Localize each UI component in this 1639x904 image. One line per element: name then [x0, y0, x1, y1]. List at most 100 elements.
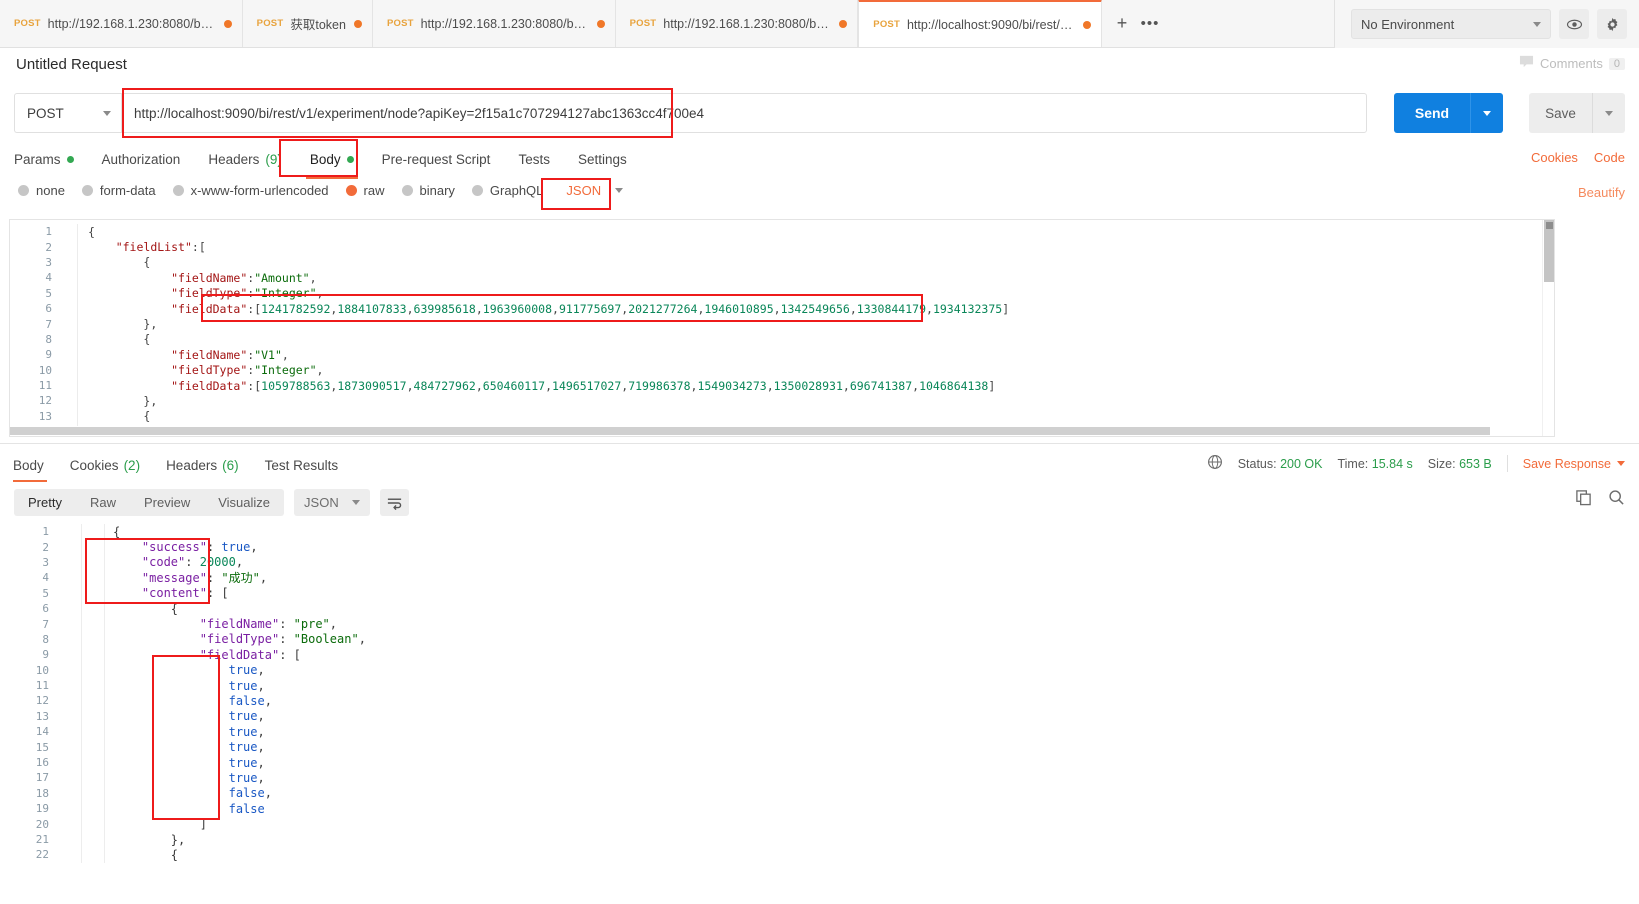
fold-gutter-inner[interactable]: [82, 647, 105, 662]
fold-gutter[interactable]: [63, 286, 78, 301]
request-body-editor[interactable]: 1{2 "fieldList":[3 {4 "fieldName":"Amoun…: [9, 219, 1555, 437]
fold-gutter[interactable]: [59, 770, 82, 785]
fold-gutter[interactable]: [63, 316, 78, 331]
request-tab-tests[interactable]: Tests: [504, 145, 564, 173]
body-format-selector[interactable]: JSON: [566, 183, 623, 198]
response-body-viewer[interactable]: 1{2 "success": true,3 "code": 20000,4 "m…: [9, 524, 1630, 904]
request-tab-settings[interactable]: Settings: [564, 145, 641, 173]
body-type-raw[interactable]: raw: [346, 183, 385, 198]
fold-gutter-inner[interactable]: [82, 632, 105, 647]
fold-gutter-inner[interactable]: [82, 601, 105, 616]
request-tab-body[interactable]: Body: [296, 145, 368, 173]
request-tab-0[interactable]: POSThttp://192.168.1.230:8080/bi/a...: [0, 0, 243, 47]
response-view-raw[interactable]: Raw: [76, 489, 130, 516]
fold-gutter[interactable]: [63, 224, 78, 239]
response-tab-cookies[interactable]: Cookies(2): [57, 452, 153, 478]
fold-gutter-inner[interactable]: [82, 693, 105, 708]
fold-gutter[interactable]: [59, 601, 82, 616]
send-button[interactable]: Send: [1394, 93, 1470, 133]
body-type-form-data[interactable]: form-data: [82, 183, 156, 198]
word-wrap-icon[interactable]: [380, 489, 409, 516]
request-tab-params[interactable]: Params: [14, 145, 88, 173]
fold-gutter-inner[interactable]: [82, 586, 105, 601]
fold-gutter[interactable]: [59, 632, 82, 647]
search-icon[interactable]: [1608, 489, 1625, 509]
fold-gutter-inner[interactable]: [82, 739, 105, 754]
fold-gutter-inner[interactable]: [82, 724, 105, 739]
url-input[interactable]: [121, 93, 1367, 133]
fold-gutter-inner[interactable]: [82, 755, 105, 770]
fold-gutter[interactable]: [63, 239, 78, 254]
fold-gutter[interactable]: [59, 586, 82, 601]
body-type-none[interactable]: none: [18, 183, 65, 198]
tab-more-button[interactable]: •••: [1136, 9, 1164, 37]
eye-icon[interactable]: [1559, 9, 1589, 39]
response-tab-test-results[interactable]: Test Results: [252, 452, 352, 478]
save-button[interactable]: Save: [1529, 93, 1592, 133]
gear-icon[interactable]: [1597, 9, 1627, 39]
send-options-button[interactable]: [1470, 93, 1503, 133]
fold-gutter[interactable]: [59, 755, 82, 770]
fold-gutter[interactable]: [59, 847, 82, 862]
fold-gutter-inner[interactable]: [82, 555, 105, 570]
response-view-preview[interactable]: Preview: [130, 489, 204, 516]
body-type-graphql[interactable]: GraphQL: [472, 183, 543, 198]
save-options-button[interactable]: [1592, 93, 1625, 133]
environment-selector[interactable]: No Environment: [1351, 9, 1551, 39]
fold-gutter[interactable]: [63, 301, 78, 316]
fold-gutter[interactable]: [59, 663, 82, 678]
fold-gutter-inner[interactable]: [82, 524, 105, 539]
body-type-binary[interactable]: binary: [402, 183, 455, 198]
cookies-link[interactable]: Cookies: [1531, 150, 1578, 165]
request-tab-pre-request-script[interactable]: Pre-request Script: [368, 145, 505, 173]
beautify-link[interactable]: Beautify: [1578, 185, 1625, 200]
request-tab-authorization[interactable]: Authorization: [88, 145, 195, 173]
response-tab-headers[interactable]: Headers(6): [153, 452, 252, 478]
fold-gutter[interactable]: [59, 786, 82, 801]
fold-gutter[interactable]: [63, 255, 78, 270]
new-tab-button[interactable]: +: [1108, 9, 1136, 37]
body-type-x-www-form-urlencoded[interactable]: x-www-form-urlencoded: [173, 183, 329, 198]
fold-gutter-inner[interactable]: [82, 539, 105, 554]
fold-gutter[interactable]: [63, 378, 78, 393]
fold-gutter-inner[interactable]: [82, 709, 105, 724]
fold-gutter[interactable]: [59, 832, 82, 847]
fold-gutter[interactable]: [59, 816, 82, 831]
fold-gutter-inner[interactable]: [82, 816, 105, 831]
fold-gutter-inner[interactable]: [82, 832, 105, 847]
request-editor-hscrollbar[interactable]: [10, 426, 1544, 436]
fold-gutter[interactable]: [59, 570, 82, 585]
response-view-visualize[interactable]: Visualize: [204, 489, 284, 516]
fold-gutter-inner[interactable]: [82, 786, 105, 801]
fold-gutter[interactable]: [63, 332, 78, 347]
request-tab-headers[interactable]: Headers(9): [194, 145, 296, 173]
fold-gutter[interactable]: [63, 363, 78, 378]
request-editor-vscrollbar[interactable]: [1542, 220, 1554, 437]
fold-gutter[interactable]: [59, 709, 82, 724]
fold-gutter[interactable]: [59, 801, 82, 816]
code-link[interactable]: Code: [1594, 150, 1625, 165]
http-method-selector[interactable]: POST: [14, 93, 121, 133]
request-tab-2[interactable]: POSThttp://192.168.1.230:8080/bi/a...: [373, 0, 616, 47]
fold-gutter[interactable]: [63, 270, 78, 285]
fold-gutter[interactable]: [59, 616, 82, 631]
request-editor-vscroll-thumb[interactable]: [1544, 220, 1555, 282]
fold-gutter-inner[interactable]: [82, 678, 105, 693]
request-editor-hscroll-thumb[interactable]: [10, 427, 1490, 435]
fold-gutter[interactable]: [63, 347, 78, 362]
fold-gutter-inner[interactable]: [82, 663, 105, 678]
fold-gutter-inner[interactable]: [82, 616, 105, 631]
fold-gutter[interactable]: [59, 739, 82, 754]
comments-button[interactable]: Comments 0: [1519, 55, 1625, 72]
fold-gutter-inner[interactable]: [82, 801, 105, 816]
response-format-selector[interactable]: JSON: [294, 489, 370, 516]
fold-gutter[interactable]: [63, 409, 78, 424]
save-response-button[interactable]: Save Response: [1523, 457, 1625, 471]
fold-gutter[interactable]: [59, 678, 82, 693]
response-tab-body[interactable]: Body: [10, 452, 57, 478]
fold-gutter[interactable]: [63, 393, 78, 408]
fold-gutter[interactable]: [59, 524, 82, 539]
fold-gutter-inner[interactable]: [82, 847, 105, 862]
copy-icon[interactable]: [1575, 489, 1592, 509]
request-tab-4[interactable]: POSThttp://localhost:9090/bi/rest/v...: [858, 0, 1102, 47]
